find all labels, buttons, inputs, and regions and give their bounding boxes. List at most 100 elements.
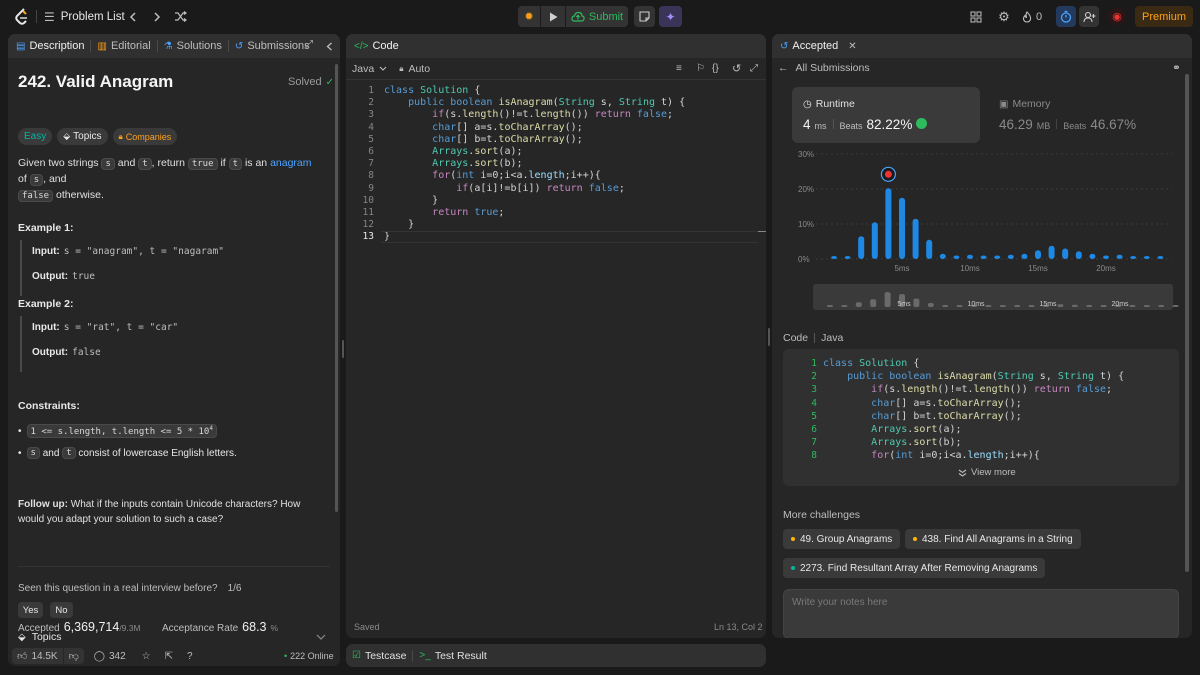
tab-submissions[interactable]: ↺ Submissions (229, 34, 316, 58)
collapse-icon[interactable] (326, 42, 333, 51)
view-more-button[interactable]: View more (958, 467, 1016, 478)
constraint-text: consist of lowercase English letters. (75, 447, 237, 459)
notes-placeholder: Write your notes here (792, 597, 888, 608)
lock-icon: 🔒︎ (399, 63, 404, 73)
notes-button[interactable] (634, 6, 655, 27)
example-2-input: s = "rat", t = "car" (63, 321, 179, 333)
challenge-chip[interactable]: 438. Find All Anagrams in a String (905, 529, 1081, 549)
invite-button[interactable] (1079, 6, 1099, 27)
distribution-bar (1157, 256, 1164, 259)
bullet: • (18, 447, 22, 459)
close-icon[interactable]: ✕ (848, 41, 856, 52)
maximize-icon[interactable]: ⤢ (305, 39, 313, 50)
dislike-button[interactable]: 👎︎ (63, 648, 84, 664)
resize-handle-right[interactable] (768, 328, 770, 346)
prev-problem-button[interactable] (126, 8, 140, 25)
current-line-highlight (381, 231, 758, 243)
runtime-values: 4 ms Beats 82.22% (803, 117, 928, 132)
comments-button[interactable]: ◯ 342 (94, 651, 126, 662)
share-icon[interactable]: ⇱ (165, 651, 173, 662)
arrow-left-icon: ← (778, 62, 789, 74)
star-icon[interactable]: ☆ (142, 651, 151, 662)
problem-list-button[interactable]: ☰ Problem List (44, 8, 125, 25)
example-1-output: true (72, 270, 95, 282)
braces-icon[interactable]: {} (712, 63, 719, 74)
bookmark-icon[interactable]: ⚐ (696, 63, 705, 74)
tab-code-label: Code (372, 40, 399, 52)
line-number: 10 (362, 194, 374, 206)
code-text: } (384, 219, 415, 231)
tab-code[interactable]: </> Code (346, 34, 405, 58)
reset-icon[interactable]: ↺ (732, 62, 741, 75)
yes-button[interactable]: Yes (18, 602, 43, 618)
anagram-link[interactable]: anagram (270, 157, 311, 169)
fire-icon (1022, 10, 1032, 23)
fullscreen-icon[interactable]: ⤢ (750, 63, 758, 74)
challenge-chip[interactable]: 2273. Find Resultant Array After Removin… (783, 558, 1046, 578)
tab-test-result[interactable]: >_ Test Result (413, 644, 492, 667)
leetcode-logo[interactable] (14, 8, 30, 25)
notes-input[interactable]: Write your notes here (783, 589, 1179, 638)
random-problem-button[interactable] (172, 8, 188, 25)
tab-description[interactable]: ▤ Description (8, 34, 90, 58)
language-select[interactable]: Java (352, 63, 387, 75)
companies-tag[interactable]: 🔒︎ Companies (112, 128, 178, 145)
debug-button[interactable]: ✹ (518, 6, 540, 27)
code-area[interactable]: 1 class Solution {2 public boolean isAnag… (346, 84, 766, 614)
run-button[interactable] (541, 6, 565, 27)
gear-icon: ⚙ (998, 8, 1010, 24)
scrollbar[interactable] (335, 64, 338, 512)
timer-button[interactable] (1056, 6, 1076, 27)
link-icon[interactable]: ⚭ (1172, 62, 1181, 74)
memory-beats: 46.67% (1090, 117, 1137, 132)
all-submissions-link[interactable]: ← All Submissions (778, 62, 870, 74)
challenge-chip[interactable]: 49. Group Anagrams (783, 529, 901, 549)
code-text: for(int i=0;i<a.length;i++){ (871, 450, 1040, 462)
code-s: s (101, 158, 115, 170)
submitted-code-block[interactable]: 1 class Solution {2 public boolean isAnag… (783, 349, 1179, 486)
example-1-title: Example 1: (18, 222, 74, 234)
next-problem-button[interactable] (150, 8, 164, 25)
tab-solutions[interactable]: ⚗ Solutions (158, 34, 228, 58)
history-icon: ↺ (234, 40, 244, 52)
tab-accepted[interactable]: ↺ Accepted ✕ (772, 34, 863, 58)
line-number: 4 (811, 397, 817, 409)
memory-card[interactable]: ▣ Memory 46.29 MB Beats 46.67% (988, 87, 1176, 143)
desc-text: otherwise. (53, 189, 104, 201)
code-line: 6 Arrays.sort(a); (783, 423, 1179, 436)
code-text: } (384, 194, 439, 206)
tag-row: Easy ⬙ Topics 🔒︎ Companies (18, 128, 178, 145)
result-scroll[interactable]: ◷ Runtime 4 ms Beats 82.22% ▣ Memory 46.… (772, 80, 1192, 638)
tab-testcase[interactable]: ☑ Testcase (346, 644, 412, 667)
challenge-label: 49. Group Anagrams (800, 533, 893, 545)
format-icon[interactable]: ≡ (676, 63, 682, 74)
streak-counter[interactable]: 0 (1022, 8, 1042, 25)
runtime-card[interactable]: ◷ Runtime 4 ms Beats 82.22% (792, 87, 980, 143)
description-scroll[interactable]: 242. Valid Anagram Solved ✓ Easy ⬙ Topics… (8, 58, 340, 638)
settings-button[interactable]: ⚙ (996, 9, 1012, 24)
topics-accordion[interactable]: ⬙ Topics (8, 628, 340, 646)
ai-assist-button[interactable]: ✦ (659, 6, 682, 27)
runtime-distribution-chart[interactable]: 30% 20% 10% 0% 5ms 10ms 15ms 20ms 5ms 10ms 15ms 20m… (772, 146, 1192, 326)
like-button[interactable]: 👍︎ 14.5K (12, 648, 63, 664)
scrollbar[interactable] (1185, 74, 1189, 572)
resize-handle-left[interactable] (342, 340, 344, 358)
runtime-label: Runtime (815, 98, 855, 110)
online-label: 222 Online (290, 651, 334, 661)
submit-button[interactable]: Submit (566, 6, 628, 27)
help-icon[interactable]: ? (187, 651, 193, 662)
layout-button[interactable] (968, 9, 984, 24)
footer-bar: 👍︎ 14.5K 👎︎ ◯ 342 ☆ ⇱ ? • 222 Online (8, 646, 340, 666)
tab-editorial[interactable]: ▥ Editorial (91, 34, 156, 58)
overview-bar (855, 302, 862, 307)
tab-description-label: Description (29, 40, 85, 52)
no-button[interactable]: No (50, 602, 73, 618)
premium-button[interactable]: Premium (1135, 6, 1193, 27)
avatar[interactable]: ◉ (1108, 8, 1126, 25)
auto-mode[interactable]: 🔒︎ Auto (399, 63, 430, 75)
overview-bar (841, 305, 848, 307)
topics-tag[interactable]: ⬙ Topics (57, 128, 108, 145)
code-line: 6 Arrays.sort(a); (346, 146, 766, 158)
example-1-input-row: Input: s = "anagram", t = "nagaram" (32, 240, 320, 262)
overview-bar (1158, 305, 1165, 307)
